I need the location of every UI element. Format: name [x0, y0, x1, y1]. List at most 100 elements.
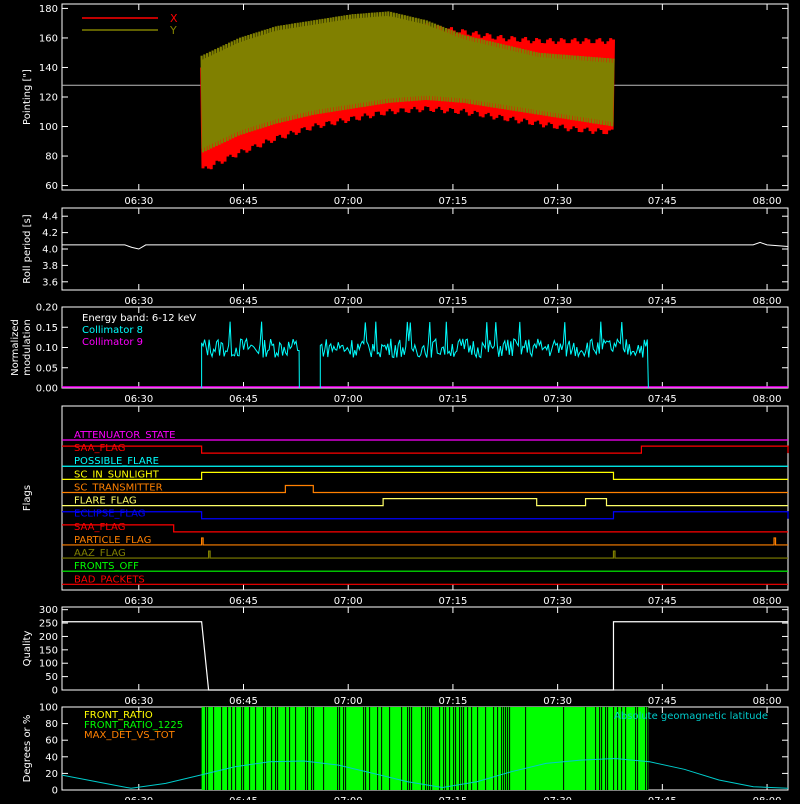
- chart-canvas: 06:30 06:45 07:00 07:15 07:30 07:45 08:00 60 80 1…: [10, 3, 789, 804]
- roll-x-tick-label: 07:45: [648, 296, 677, 307]
- front_ratio-y-tick-label: 0: [52, 786, 58, 797]
- flags-x-tick-label: 07:30: [543, 596, 572, 607]
- modulation-y-label-2: modulation: [22, 319, 33, 376]
- modulation-x-tick-label: 08:00: [753, 394, 782, 405]
- pointing-x-tick-label: 06:30: [124, 196, 153, 207]
- modulation-x-tick-label: 07:45: [648, 394, 677, 405]
- front_ratio-x-tick-label: 06:30: [124, 796, 153, 800]
- roll-x-tick-label: 07:15: [439, 296, 468, 307]
- front_ratio-y-tick-label: 60: [45, 736, 58, 747]
- pointing-y-tick-label: 160: [39, 33, 58, 44]
- front-ratio-bars: [201, 707, 649, 790]
- flag-label: ATTENUATOR_STATE: [74, 430, 175, 441]
- modulation-y-tick-label: 0.00: [36, 384, 58, 395]
- flag-line: [62, 550, 788, 559]
- modulation-x-tick-label: 07:15: [439, 394, 468, 405]
- flag-line: [62, 471, 788, 480]
- flag-label: SC_TRANSMITTER: [74, 482, 163, 493]
- flags-y-label: Flags: [22, 485, 33, 511]
- pointing-y-label: Pointing ["]: [22, 69, 33, 125]
- flags-x-tick-label: 06:45: [229, 596, 258, 607]
- quality-x-tick-label: 07:00: [334, 696, 363, 707]
- flags-x-tick-label: 07:15: [439, 596, 468, 607]
- modulation-y-tick-label: 0.15: [36, 323, 58, 334]
- roll-x-tick-label: 07:30: [543, 296, 572, 307]
- pointing-y-tick-label: 180: [39, 4, 58, 15]
- pointing-y-tick-label: 60: [45, 181, 58, 192]
- roll-frame: [61, 207, 789, 291]
- quality-y-tick-label: 150: [39, 645, 58, 656]
- front_ratio-y-tick-label: 80: [45, 719, 58, 730]
- quality-x-tick-label: 06:30: [124, 696, 153, 707]
- flag-label: AAZ_FLAG: [74, 548, 126, 559]
- front_ratio-x-tick-label: 07:00: [334, 796, 363, 800]
- flag-line: [62, 498, 788, 507]
- quality-frame: [61, 606, 789, 691]
- pointing-y-tick-label: 80: [45, 152, 58, 163]
- modulation-y-tick-label: 0.05: [36, 363, 58, 374]
- flag-label: SAA_FLAG: [74, 522, 125, 533]
- roll-y-tick-label: 3.8: [42, 261, 58, 272]
- roll-x-tick-label: 06:30: [124, 296, 153, 307]
- flags-x-tick-label: 07:45: [648, 596, 677, 607]
- front_ratio-x-tick-label: 07:15: [439, 796, 468, 800]
- flag-line: [62, 445, 789, 454]
- flags-x-tick-label: 08:00: [753, 596, 782, 607]
- quality-y-label: Quality: [22, 631, 33, 667]
- collimator8-segment: [319, 321, 649, 389]
- flag-label: BAD_PACKETS: [74, 574, 145, 585]
- quality-y-tick-label: 200: [39, 632, 58, 643]
- roll-x-tick-label: 06:45: [229, 296, 258, 307]
- quality-line: [62, 621, 788, 691]
- pointing-x-tick-label: 07:00: [334, 196, 363, 207]
- modulation-x-tick-label: 07:00: [334, 394, 363, 405]
- flag-line: [62, 524, 788, 533]
- modulation-annotation: Energy band: 6-12 keV: [82, 313, 196, 324]
- modulation-y-label: Normalized: [10, 319, 21, 376]
- flags-x-tick-label: 07:00: [334, 596, 363, 607]
- pointing-x-tick-label: 06:45: [229, 196, 258, 207]
- quality-x-tick-label: 06:45: [229, 696, 258, 707]
- roll-x-tick-label: 08:00: [753, 296, 782, 307]
- modulation-x-tick-label: 06:45: [229, 394, 258, 405]
- pointing-y-tick-label: 100: [39, 122, 58, 133]
- legend-collimator9-label: Collimator 9: [82, 337, 143, 348]
- pointing-x-tick-label: 07:15: [439, 196, 468, 207]
- flag-label: ECLIPSE_FLAG: [74, 509, 145, 520]
- quality-y-tick-label: 0: [52, 686, 58, 697]
- quality-x-tick-label: 07:45: [648, 696, 677, 707]
- flag-label: SC_IN_SUNLIGHT: [74, 469, 160, 480]
- roll-y-label: Roll period [s]: [22, 214, 33, 283]
- quality-y-tick-label: 300: [39, 605, 58, 616]
- flag-label: PARTICLE_FLAG: [74, 535, 151, 546]
- legend-collimator8-label: Collimator 8: [82, 325, 143, 336]
- roll-y-tick-label: 4.0: [42, 245, 58, 256]
- collimator8-segment: [201, 321, 300, 389]
- front_ratio-x-tick-label: 07:45: [648, 796, 677, 800]
- flag-line: [62, 484, 788, 494]
- roll-period-line: [62, 241, 789, 250]
- flag-label: FRONTS_OFF: [74, 561, 139, 572]
- modulation-y-tick-label: 0.10: [36, 343, 58, 354]
- flag-label: POSSIBLE_FLARE: [74, 456, 159, 467]
- pointing-x-tick-label: 07:30: [543, 196, 572, 207]
- roll-y-tick-label: 4.4: [42, 212, 58, 223]
- front-ratio-legend-label: MAX_DET_VS_TOT: [84, 730, 176, 741]
- flag-line: [62, 511, 789, 520]
- roll-y-tick-label: 4.2: [42, 228, 58, 239]
- quality-x-tick-label: 07:30: [543, 696, 572, 707]
- roll-x-tick-label: 07:00: [334, 296, 363, 307]
- legend-y-label: Y: [169, 24, 177, 37]
- quality-y-tick-label: 100: [39, 659, 58, 670]
- front_ratio-y-tick-label: 40: [45, 752, 58, 763]
- flag-line: [62, 537, 788, 546]
- flags-x-tick-label: 06:30: [124, 596, 153, 607]
- modulation-x-tick-label: 06:30: [124, 394, 153, 405]
- front_ratio-x-tick-label: 06:45: [229, 796, 258, 800]
- front_ratio-x-tick-label: 07:30: [543, 796, 572, 800]
- geomag-label: Absolute geomagnetic latitude: [614, 711, 768, 722]
- front_ratio-y-tick-label: 20: [45, 769, 58, 780]
- quality-x-tick-label: 08:00: [753, 696, 782, 707]
- solar-monitor-plot: 06:30 06:45 07:00 07:15 07:30 07:45 08:00 60 80 1…: [0, 0, 800, 804]
- flag-label: FLARE_FLAG: [74, 496, 137, 507]
